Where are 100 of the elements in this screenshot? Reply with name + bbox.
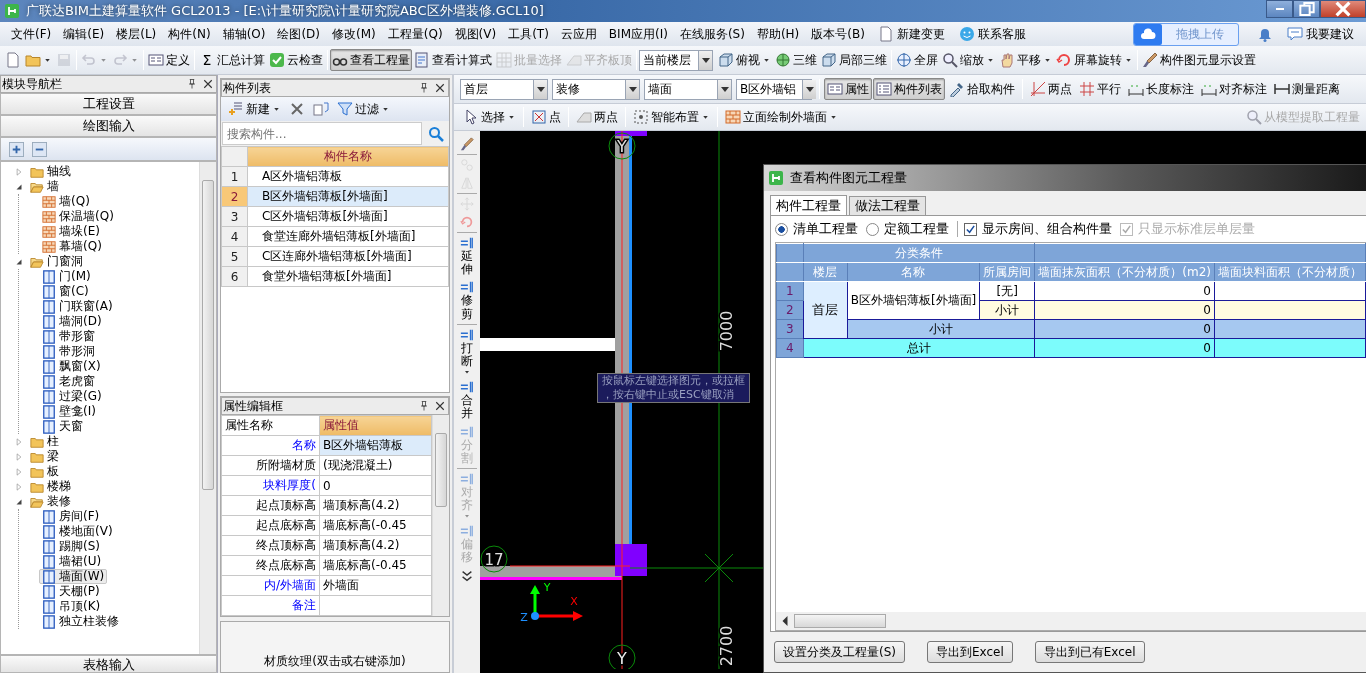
toolbar-button[interactable]: 三维 <box>773 49 819 71</box>
tool-button[interactable]: 修剪 <box>455 278 479 323</box>
collapse-all-button[interactable] <box>31 140 48 158</box>
copy-button[interactable] <box>310 99 332 119</box>
tree-folder[interactable]: 柱 <box>27 434 62 449</box>
tree-folder[interactable]: 板 <box>27 464 62 479</box>
toolbar-button[interactable]: 平移 <box>997 49 1054 71</box>
toolbar-button[interactable]: 两点 <box>1027 78 1075 100</box>
filter-button[interactable]: 过滤 <box>334 99 393 119</box>
dropdown-field[interactable]: 首层 <box>460 78 548 100</box>
scrollbar[interactable] <box>776 612 1366 630</box>
section-button[interactable]: 绘图输入 <box>0 115 217 137</box>
tree-folder[interactable]: 装修 <box>27 494 74 509</box>
toolbar-button[interactable]: 拾取构件 <box>946 78 1018 100</box>
table-cell[interactable]: C区连廊外墙铝薄板[外墙面] <box>247 246 449 267</box>
menu-item[interactable]: 文件(F) <box>6 23 57 45</box>
tree-item[interactable]: 独立柱装修 <box>39 614 122 629</box>
tree-folder[interactable]: 楼梯 <box>27 479 74 494</box>
toolbar-button[interactable]: 点 <box>528 106 564 128</box>
dropdown-field[interactable]: 装修 <box>552 78 640 100</box>
property-value[interactable] <box>319 595 432 616</box>
scroll-left-arrow-icon[interactable] <box>780 616 790 626</box>
tree-item[interactable]: 窗(C) <box>39 284 92 299</box>
radio-button[interactable] <box>775 222 788 236</box>
menu-item[interactable]: 绘图(D) <box>272 23 326 45</box>
restore-button[interactable] <box>1293 0 1320 18</box>
toolbar-button[interactable]: 屏幕旋转 <box>1054 49 1135 71</box>
tree-item[interactable]: 房间(F) <box>39 509 103 524</box>
tree-item[interactable]: 天窗 <box>39 419 86 434</box>
menu-command[interactable]: 新建变更 <box>871 22 951 46</box>
toolbar-button[interactable]: Σ 汇总计算 <box>197 49 267 71</box>
dialog-button[interactable]: 导出到Excel <box>927 641 1013 663</box>
menu-item[interactable]: 视图(V) <box>449 23 502 45</box>
toolbar-button[interactable]: 对齐标注 <box>1198 78 1270 100</box>
property-value[interactable]: (现浇混凝土) <box>319 455 432 476</box>
toolbar-button[interactable]: 选择 <box>460 106 519 128</box>
tree-item[interactable]: 过梁(G) <box>39 389 105 404</box>
toolbar-button[interactable]: 两点 <box>573 106 621 128</box>
dropdown-field[interactable]: 墙面 <box>644 78 732 100</box>
toolbar-button[interactable]: 云检查 <box>267 49 325 71</box>
menu-item[interactable]: 在线服务(S) <box>674 23 750 45</box>
tree-folder[interactable]: 门窗洞 <box>27 254 86 269</box>
section-button[interactable]: 表格输入 <box>0 655 217 673</box>
table-cell[interactable]: 食堂连廊外墙铝薄板[外墙面] <box>247 226 449 247</box>
dialog-button[interactable]: 设置分类及工程量(S) <box>774 641 905 663</box>
toolbar-button[interactable]: 查看计算式 <box>412 49 494 71</box>
dropdown-field[interactable]: 当前楼层 <box>639 49 713 71</box>
expand-all-button[interactable] <box>8 140 25 158</box>
tab[interactable]: 构件工程量 <box>770 195 847 216</box>
tree-folder[interactable]: 梁 <box>27 449 62 464</box>
toolbar-button[interactable]: 长度标注 <box>1125 78 1197 100</box>
menu-item[interactable]: 帮助(H) <box>751 23 805 45</box>
tree-item[interactable]: 墙(Q) <box>39 194 93 209</box>
toolbar-button[interactable]: 属性 <box>824 78 872 100</box>
close-button[interactable] <box>1320 0 1366 18</box>
toolbar-button[interactable]: 平行 <box>1076 78 1124 100</box>
tree-item[interactable]: 墙垛(E) <box>39 224 103 239</box>
tree-item[interactable]: 门(M) <box>39 269 94 284</box>
property-value[interactable]: 外墙面 <box>319 575 432 596</box>
toolbar-button[interactable]: 俯视 <box>716 49 773 71</box>
menu-item[interactable]: 云应用 <box>555 23 602 45</box>
menu-item[interactable]: 构件(N) <box>163 23 216 45</box>
menu-item[interactable]: 版本号(B) <box>806 23 870 45</box>
tree-item[interactable]: 壁龛(I) <box>39 404 99 419</box>
menu-command[interactable]: 联系客服 <box>952 22 1032 46</box>
toolbar-button[interactable]: 智能布置 <box>630 106 713 128</box>
property-value[interactable]: 0 <box>319 475 432 496</box>
scrollbar[interactable] <box>199 162 216 654</box>
toolbar-button[interactable]: 构件图元显示设置 <box>1140 49 1258 71</box>
tree-item[interactable]: 天棚(P) <box>39 584 103 599</box>
menu-item[interactable]: 楼层(L) <box>111 23 162 45</box>
tree-item[interactable]: 幕墙(Q) <box>39 239 105 254</box>
table-cell[interactable]: A区外墙铝薄板 <box>247 166 449 187</box>
tree-item[interactable]: 墙面(W) <box>39 569 108 584</box>
menu-item[interactable]: BIM应用(I) <box>603 23 673 45</box>
tree-item[interactable]: 带形窗 <box>39 329 98 344</box>
toolbar-button[interactable]: 测量距离 <box>1271 78 1343 100</box>
tree-item[interactable]: 门联窗(A) <box>39 299 116 314</box>
minimize-button[interactable] <box>1266 0 1293 18</box>
tree-item[interactable]: 飘窗(X) <box>39 359 104 374</box>
dialog-button[interactable]: 导出到已有Excel <box>1034 641 1145 663</box>
scrollbar[interactable] <box>432 415 449 616</box>
tool-button[interactable]: 合并 <box>455 378 479 423</box>
column-block[interactable] <box>615 131 647 136</box>
tree-folder[interactable]: 轴线 <box>27 164 74 179</box>
toolbar-button[interactable]: 局部三维 <box>819 49 889 71</box>
section-button[interactable]: 工程设置 <box>0 93 217 115</box>
menu-item[interactable]: 编辑(E) <box>58 23 110 45</box>
menu-item[interactable]: 修改(M) <box>327 23 381 45</box>
checkbox[interactable] <box>964 222 977 236</box>
tree-item[interactable]: 踢脚(S) <box>39 539 103 554</box>
tool-button[interactable]: 延伸 <box>455 234 479 279</box>
tree-item[interactable]: 带形洞 <box>39 344 98 359</box>
property-value[interactable]: 墙顶标高(4.2) <box>319 495 432 516</box>
menu-item[interactable]: 工程量(Q) <box>382 23 448 45</box>
property-value[interactable]: 墙顶标高(4.2) <box>319 535 432 556</box>
tree-folder[interactable]: 墙 <box>27 179 62 194</box>
new-button[interactable]: 新建 <box>225 99 284 119</box>
search-field[interactable]: 搜索构件... <box>222 122 422 145</box>
tree-item[interactable]: 墙裙(U) <box>39 554 105 569</box>
